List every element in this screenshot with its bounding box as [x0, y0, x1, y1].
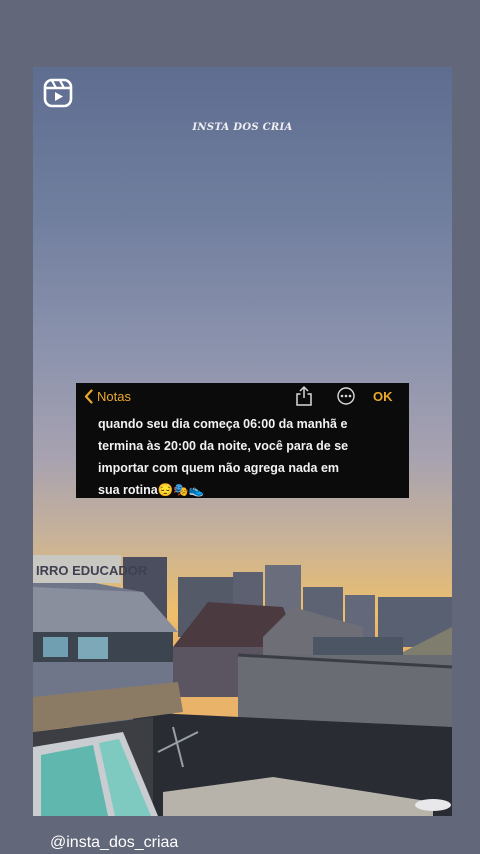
building-sign: IRRO EDUCADOR [36, 563, 148, 578]
note-body-text: quando seu dia começa 06:00 da manhã e t… [98, 417, 349, 497]
more-circle-icon[interactable] [337, 387, 355, 405]
notes-back-label: Notas [97, 389, 131, 404]
share-icon[interactable] [295, 386, 313, 406]
username-label[interactable]: @insta_dos_criaa [50, 834, 178, 852]
chevron-left-icon [84, 389, 93, 404]
watermark-text: INSTA DOS CRIA [192, 122, 293, 133]
notes-card: Notas OK quando seu dia começa 06:00 da … [76, 383, 409, 498]
notes-back-button[interactable]: Notas [84, 389, 131, 404]
city-scene: IRRO EDUCADOR [33, 555, 452, 816]
story-frame: INSTA DOS CRIA IRRO EDUCADOR Notas OK qu… [33, 67, 452, 816]
reels-icon[interactable] [43, 78, 73, 108]
notes-done-button[interactable]: OK [373, 389, 393, 404]
